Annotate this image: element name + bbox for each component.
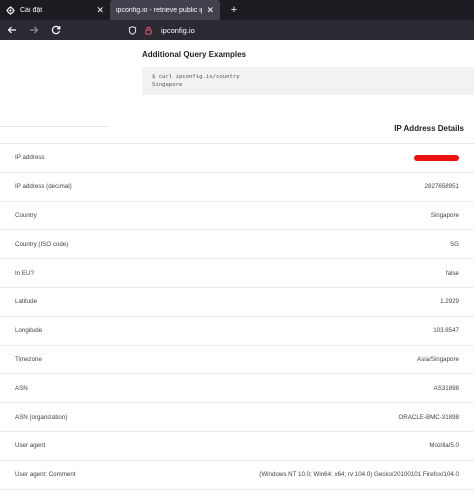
row-label: IP address (decimal): [15, 183, 72, 191]
table-row: User agent: Comment (Windows NT 10.0; Wi…: [0, 461, 474, 490]
code-line: $ curl ipconfig.io/country: [152, 74, 240, 80]
row-label: User agent: Comment: [15, 471, 76, 479]
url-text[interactable]: ipconfig.io: [161, 26, 195, 35]
tab-ipconfig-label: ipconfig.io - retrieve public ip addre: [116, 6, 202, 14]
close-icon[interactable]: ✕: [206, 5, 214, 15]
table-row: IP address: [0, 144, 474, 173]
row-label: Latitude: [15, 298, 38, 306]
row-value: false: [445, 269, 459, 277]
shield-icon[interactable]: [127, 25, 137, 35]
table-row: ASN (organization) ORACLE-BMC-31898: [0, 403, 474, 432]
row-value: Mozilla/5.0: [429, 442, 459, 450]
row-label: Country (ISO code): [15, 240, 69, 248]
arrow-left-icon: [7, 26, 16, 34]
row-value: ORACLE-BMC-31898: [398, 413, 459, 421]
close-icon[interactable]: ✕: [96, 5, 104, 15]
row-value: (Windows NT 10.0; Win64; x64; rv:104.0) …: [259, 471, 459, 479]
row-value: 2827658951: [424, 183, 459, 191]
reload-button[interactable]: [49, 23, 63, 37]
table-row: Longitude 103.8547: [0, 317, 474, 346]
reload-icon: [51, 25, 61, 35]
row-value: 1.2929: [440, 298, 459, 306]
back-button[interactable]: [5, 23, 19, 37]
tab-bar: Cài đặt ✕ ipconfig.io - retrieve public …: [0, 0, 474, 20]
row-value: 103.8547: [433, 327, 459, 335]
row-value: Asia/Singapore: [417, 355, 459, 363]
table-row: Country (ISO code) SG: [0, 230, 474, 260]
tab-settings[interactable]: Cài đặt ✕: [0, 0, 110, 20]
nav-bar: ipconfig.io: [0, 20, 474, 40]
row-label: Country: [15, 211, 37, 219]
redaction-mark: [414, 154, 459, 161]
row-label: ASN (organization): [15, 413, 68, 421]
divider: [0, 126, 110, 127]
table-row: Country Singapore: [0, 202, 474, 231]
table-row: ASN AS31898: [0, 374, 474, 404]
row-label: IP address: [15, 154, 45, 162]
table-row: User agent Mozilla/5.0: [0, 432, 474, 461]
tab-ipconfig[interactable]: ipconfig.io - retrieve public ip addre ✕: [110, 0, 220, 20]
row-label: Timezone: [15, 355, 42, 363]
row-label: In EU?: [15, 269, 34, 277]
forward-button[interactable]: [27, 23, 41, 37]
code-block: $ curl ipconfig.io/country Singapore: [142, 67, 474, 95]
row-label: Longitude: [15, 327, 43, 335]
code-line: Singapore: [152, 82, 183, 88]
lock-icon[interactable]: [143, 25, 153, 35]
table-row: In EU? false: [0, 259, 474, 288]
table-row: Timezone Asia/Singapore: [0, 346, 474, 375]
url-bar[interactable]: ipconfig.io: [127, 25, 195, 35]
row-label: User agent: [15, 442, 46, 450]
table-row: Latitude 1.2929: [0, 288, 474, 317]
row-value: SG: [450, 240, 459, 248]
examples-title: Additional Query Examples: [142, 50, 247, 59]
row-value: Singapore: [430, 211, 459, 219]
new-tab-button[interactable]: +: [226, 2, 242, 18]
page-content: Additional Query Examples $ curl ipconfi…: [0, 40, 474, 495]
row-label: ASN: [15, 384, 28, 392]
gear-icon: [6, 5, 15, 15]
details-title: IP Address Details: [394, 124, 464, 133]
tab-settings-label: Cài đặt: [20, 6, 43, 14]
table-row: IP address (decimal) 2827658951: [0, 173, 474, 202]
row-value: AS31898: [433, 384, 459, 392]
ip-details-table: IP address IP address (decimal) 28276589…: [0, 144, 474, 490]
arrow-right-icon: [30, 26, 39, 34]
